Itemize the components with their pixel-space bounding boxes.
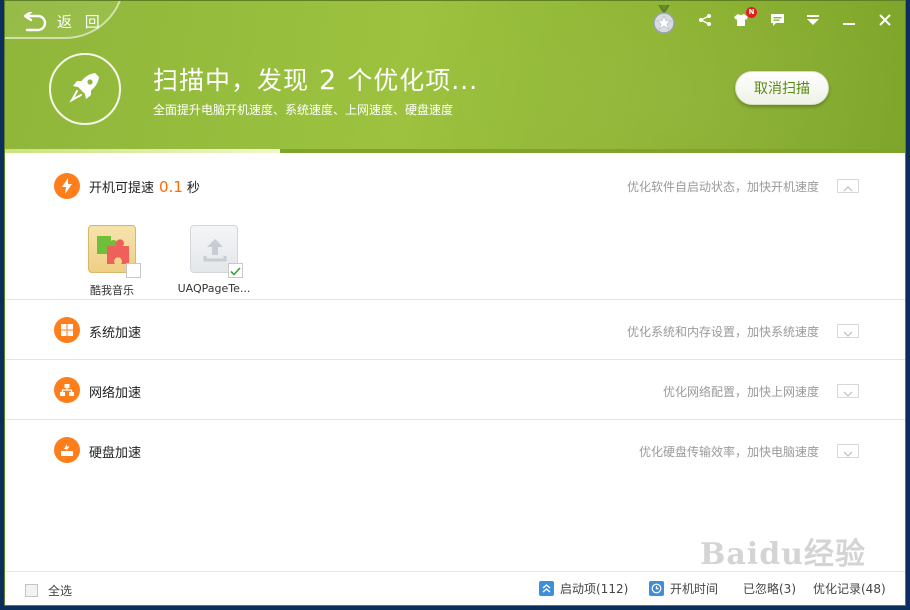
boot-time-link[interactable]: 开机时间	[649, 580, 718, 597]
system-expand-button[interactable]	[837, 324, 859, 338]
cancel-scan-button[interactable]: 取消扫描	[735, 71, 829, 105]
network-title: 网络加速	[89, 386, 142, 401]
message-icon[interactable]	[767, 10, 787, 30]
history-label: 优化记录(48)	[813, 582, 886, 596]
share-icon[interactable]	[695, 10, 715, 30]
boot-title-label: 开机可提速	[89, 181, 155, 196]
medal-icon[interactable]	[653, 4, 675, 35]
minimize-icon[interactable]	[839, 10, 859, 30]
back-label[interactable]: 返 回	[57, 11, 104, 32]
network-row[interactable]: 网络加速 优化网络配置，加快上网速度	[5, 360, 905, 420]
puzzle-app-icon	[88, 225, 141, 278]
section-disk: 硬盘加速 优化硬盘传输效率，加快电脑速度	[5, 420, 905, 480]
found-count: 2	[319, 65, 338, 96]
windows-icon	[54, 317, 80, 343]
startup-items-label: 启动项(112)	[560, 582, 629, 596]
scan-title-suffix: 个优化项...	[347, 66, 479, 95]
app-checkbox-kuwo[interactable]	[126, 263, 141, 278]
system-title: 系统加速	[89, 326, 142, 341]
scan-header: 返 回 N 扫描中，发现 2 个优化项... 全面提升电脑开机速度、系统速度、上…	[5, 1, 905, 153]
chevron-down-icon	[843, 322, 853, 341]
app-item-uaq[interactable]: UAQPageTe...	[169, 225, 259, 295]
back-arrow-icon	[21, 11, 47, 32]
disk-row[interactable]: 硬盘加速 优化硬盘传输效率，加快电脑速度	[5, 420, 905, 480]
startup-items-link[interactable]: 启动项(112)	[539, 580, 628, 597]
network-icon	[54, 377, 80, 403]
footer-bar: 全选 启动项(112) 开机时间 已忽略(3) 优化记录(48)	[5, 571, 905, 605]
close-icon[interactable]	[875, 10, 895, 30]
section-network: 网络加速 优化网络配置，加快上网速度	[5, 360, 905, 420]
scan-subtitle: 全面提升电脑开机速度、系统速度、上网速度、硬盘速度	[153, 103, 454, 117]
ignored-label: 已忽略(3)	[743, 582, 796, 596]
select-all-control[interactable]: 全选	[25, 582, 72, 599]
disk-desc: 优化硬盘传输效率，加快电脑速度	[638, 445, 819, 459]
checkmark-icon	[230, 261, 241, 280]
disk-speed-icon	[54, 437, 80, 463]
boot-desc: 优化软件自启动状态，加快开机速度	[626, 180, 819, 194]
app-checkbox-uaq[interactable]	[228, 263, 243, 278]
boot-title: 开机可提速 0.1 秒	[89, 177, 200, 196]
lightning-icon	[54, 173, 80, 199]
watermark-text: Baidu经验	[700, 537, 866, 572]
select-all-checkbox[interactable]	[25, 584, 38, 597]
chevron-down-icon	[843, 382, 853, 401]
boot-time-label: 开机时间	[670, 582, 719, 596]
network-desc: 优化网络配置，加快上网速度	[662, 385, 819, 399]
select-all-label: 全选	[48, 584, 73, 598]
back-control[interactable]: 返 回	[21, 11, 104, 32]
system-row[interactable]: 系统加速 优化系统和内存设置，加快系统速度	[5, 300, 905, 360]
window-controls: N	[653, 4, 895, 35]
baidu-watermark: Baidu经验	[700, 529, 866, 573]
app-name-uaq: UAQPageTe...	[177, 282, 251, 295]
section-boot: 开机可提速 0.1 秒 优化软件自启动状态，加快开机速度 酷我音乐 UAQPag…	[5, 153, 905, 300]
section-system: 系统加速 优化系统和内存设置，加快系统速度	[5, 300, 905, 360]
optimizer-window: 返 回 N 扫描中，发现 2 个优化项... 全面提升电脑开机速度、系统速度、上…	[4, 0, 906, 606]
ignored-link[interactable]: 已忽略(3)	[743, 580, 796, 597]
scan-title: 扫描中，发现 2 个优化项...	[153, 61, 478, 97]
new-badge: N	[746, 7, 757, 18]
boot-collapse-button[interactable]	[837, 179, 859, 193]
history-link[interactable]: 优化记录(48)	[813, 580, 886, 597]
chevron-up-icon	[843, 177, 853, 196]
chevron-down-icon	[843, 442, 853, 461]
upload-app-icon	[190, 225, 243, 278]
system-desc: 优化系统和内存设置，加快系统速度	[626, 325, 819, 339]
app-name-kuwo: 酷我音乐	[90, 284, 134, 297]
scan-title-prefix: 扫描中，发现	[153, 66, 310, 95]
disk-title: 硬盘加速	[89, 446, 142, 461]
network-expand-button[interactable]	[837, 384, 859, 398]
disk-expand-button[interactable]	[837, 444, 859, 458]
boot-speed-value: 0.1	[159, 178, 183, 196]
clock-icon	[649, 581, 664, 596]
skin-icon[interactable]: N	[731, 7, 757, 30]
rocket-icon	[67, 69, 103, 109]
double-chevron-up-icon	[539, 581, 554, 596]
app-item-kuwo[interactable]: 酷我音乐	[67, 225, 157, 298]
boot-speed-unit: 秒	[186, 181, 200, 196]
rocket-badge	[49, 53, 121, 125]
menu-dropdown-icon[interactable]	[803, 10, 823, 30]
